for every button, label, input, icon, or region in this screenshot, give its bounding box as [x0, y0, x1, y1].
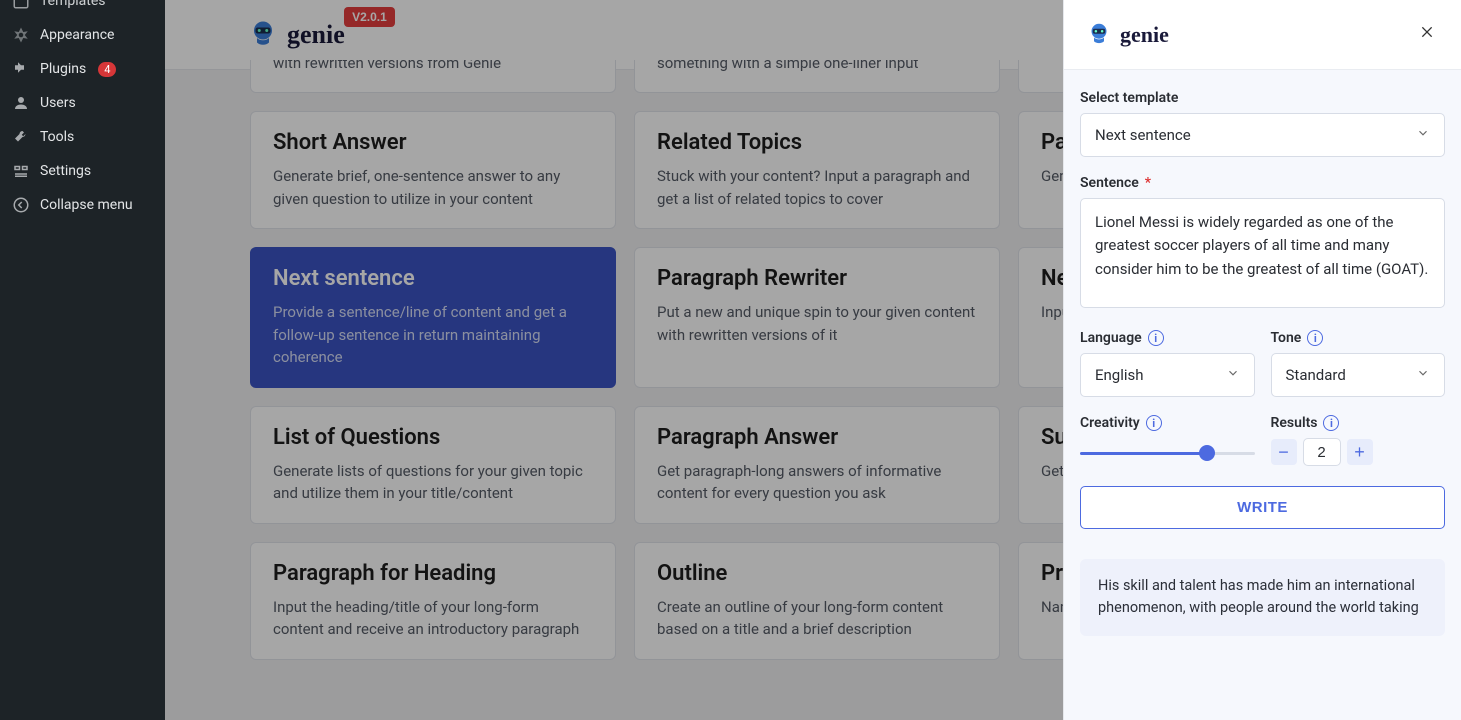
sidebar-label: Tools	[40, 129, 74, 145]
panel-body: Select template Next sentence Sentence *…	[1064, 70, 1461, 720]
close-panel-button[interactable]	[1413, 21, 1441, 49]
panel-header: genie	[1064, 0, 1461, 70]
tone-value: Standard	[1286, 366, 1346, 384]
chevron-down-icon	[1416, 126, 1430, 144]
select-template-label: Select template	[1080, 90, 1445, 106]
template-select[interactable]: Next sentence	[1080, 113, 1445, 157]
chevron-down-icon	[1416, 366, 1430, 384]
sentence-label-text: Sentence	[1080, 175, 1139, 191]
chevron-down-icon	[1226, 366, 1240, 384]
creativity-label-text: Creativity	[1080, 415, 1140, 431]
sidebar-label: Plugins	[40, 61, 86, 77]
sidebar-collapse[interactable]: Collapse menu	[0, 188, 165, 222]
results-label: Results i	[1271, 415, 1446, 431]
info-icon[interactable]: i	[1148, 330, 1164, 346]
templates-icon	[12, 0, 30, 10]
collapse-icon	[12, 196, 30, 214]
write-button[interactable]: WRITE	[1080, 486, 1445, 529]
field-tone: Tone i Standard	[1271, 330, 1446, 397]
tone-label-text: Tone	[1271, 330, 1302, 346]
field-creativity: Creativity i	[1080, 415, 1255, 468]
sidebar-label: Templates	[40, 0, 106, 9]
result-output[interactable]: His skill and talent has made him an int…	[1080, 559, 1445, 636]
panel-logo: genie	[1084, 20, 1169, 50]
language-select[interactable]: English	[1080, 353, 1255, 397]
required-asterisk: *	[1145, 175, 1151, 191]
template-value: Next sentence	[1095, 126, 1191, 144]
field-select-template: Select template Next sentence	[1080, 90, 1445, 157]
close-icon	[1419, 24, 1435, 40]
appearance-icon	[12, 26, 30, 44]
genie-side-panel: genie Select template Next sentence Sent…	[1063, 0, 1461, 720]
field-results: Results i − +	[1271, 415, 1446, 468]
sidebar-item-tools[interactable]: Tools	[0, 120, 165, 154]
sidebar-label: Settings	[40, 163, 91, 179]
info-icon[interactable]: i	[1323, 415, 1339, 431]
sidebar-label: Users	[40, 95, 76, 111]
tools-icon	[12, 128, 30, 146]
genie-mascot-icon	[1084, 20, 1114, 50]
brand-text: genie	[1120, 22, 1169, 48]
info-icon[interactable]: i	[1146, 415, 1162, 431]
tone-label: Tone i	[1271, 330, 1446, 346]
sidebar-label: Appearance	[40, 27, 114, 43]
info-icon[interactable]: i	[1307, 330, 1323, 346]
plugins-badge: 4	[98, 62, 116, 77]
settings-icon	[12, 162, 30, 180]
field-sentence: Sentence *	[1080, 175, 1445, 312]
results-input[interactable]	[1303, 438, 1341, 466]
sidebar-label: Collapse menu	[40, 197, 133, 213]
sidebar-item-appearance[interactable]: Appearance	[0, 18, 165, 52]
creativity-label: Creativity i	[1080, 415, 1255, 431]
sentence-label: Sentence *	[1080, 175, 1445, 191]
sidebar-item-users[interactable]: Users	[0, 86, 165, 120]
creativity-slider[interactable]	[1080, 452, 1255, 455]
wp-admin-sidebar: Templates Appearance Plugins 4 Users Too…	[0, 0, 165, 720]
results-increment[interactable]: +	[1347, 439, 1373, 465]
language-label: Language i	[1080, 330, 1255, 346]
sidebar-item-settings[interactable]: Settings	[0, 154, 165, 188]
field-language: Language i English	[1080, 330, 1255, 397]
tone-select[interactable]: Standard	[1271, 353, 1446, 397]
language-label-text: Language	[1080, 330, 1142, 346]
plugins-icon	[12, 60, 30, 78]
results-label-text: Results	[1271, 415, 1318, 431]
sidebar-item-templates[interactable]: Templates	[0, 0, 165, 18]
language-value: English	[1095, 366, 1144, 384]
results-decrement[interactable]: −	[1271, 439, 1297, 465]
sentence-input[interactable]	[1080, 198, 1445, 308]
sidebar-item-plugins[interactable]: Plugins 4	[0, 52, 165, 86]
users-icon	[12, 94, 30, 112]
